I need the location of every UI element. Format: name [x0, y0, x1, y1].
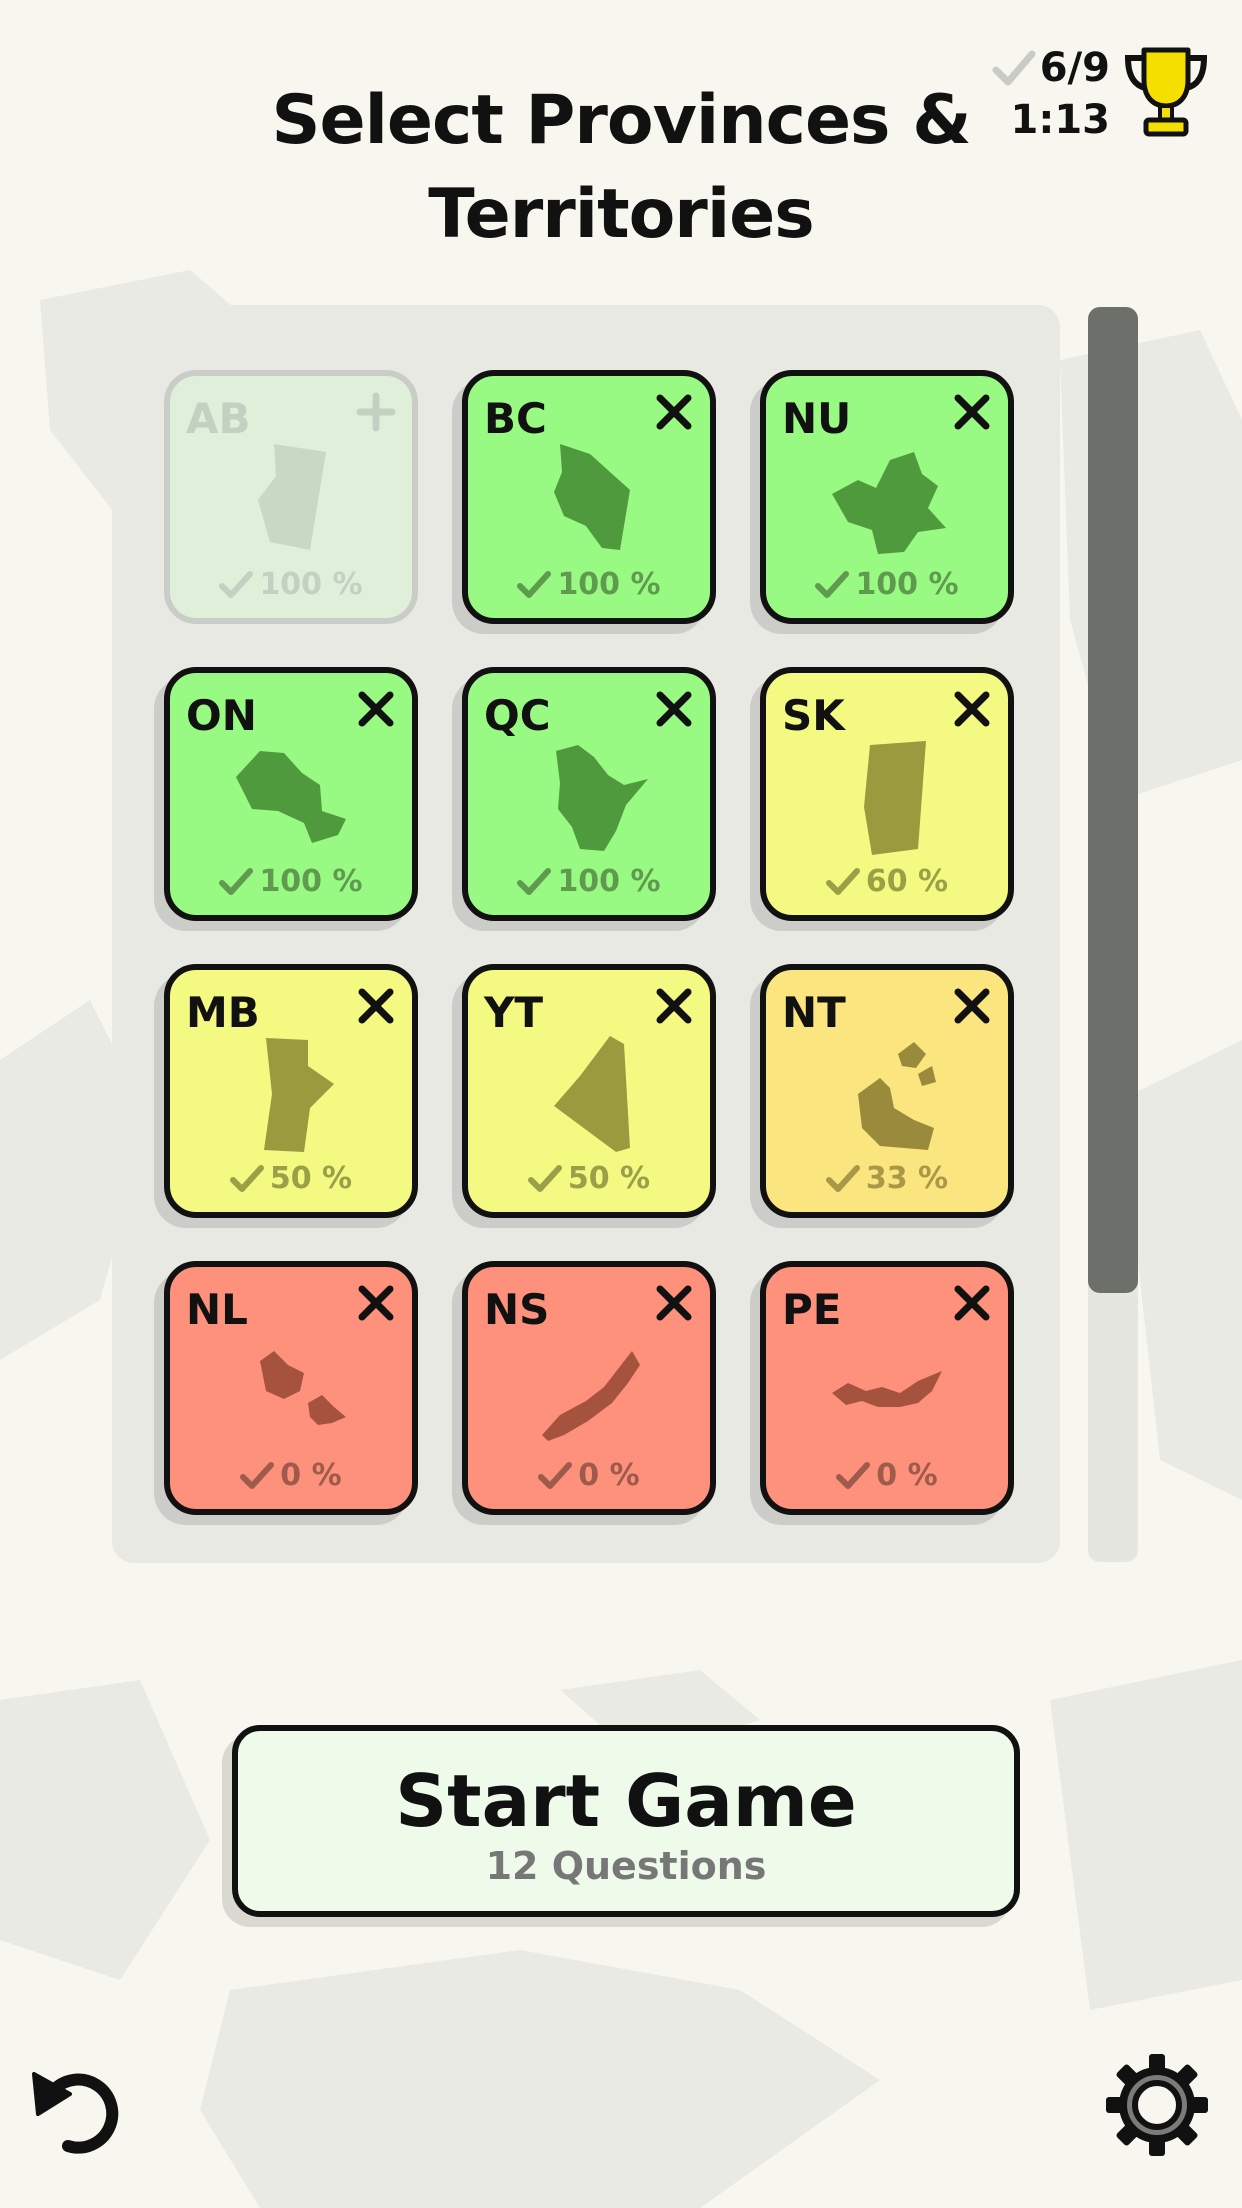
check-icon [527, 1165, 562, 1192]
yukon-shape-icon [554, 1036, 630, 1152]
close-icon[interactable] [654, 392, 694, 432]
percent-value: 100 % [259, 567, 363, 602]
page-title: Select Provinces & Territories [271, 81, 971, 254]
tile-ns[interactable]: NS 0 % [462, 1261, 716, 1515]
check-icon [825, 1165, 860, 1192]
tile-percent: 50 % [468, 1162, 710, 1196]
check-icon [517, 571, 552, 598]
close-icon[interactable] [654, 689, 694, 729]
tile-percent: 50 % [170, 1162, 412, 1196]
nunavut-shape-icon [832, 452, 946, 554]
tile-percent: 100 % [170, 865, 412, 899]
close-icon[interactable] [654, 986, 694, 1026]
percent-value: 33 % [865, 1161, 949, 1196]
scrollbar-thumb[interactable] [1088, 307, 1138, 1293]
tile-nu[interactable]: NU 100 % [760, 370, 1014, 624]
check-icon [815, 571, 850, 598]
start-game-button[interactable]: Start Game 12 Questions [232, 1725, 1020, 1917]
gear-icon[interactable] [1104, 2052, 1210, 2158]
tile-nt[interactable]: NT 33 % [760, 964, 1014, 1218]
tile-percent: 33 % [766, 1162, 1008, 1196]
tile-percent: 0 % [766, 1459, 1008, 1493]
question-count-label: 12 Questions [485, 1844, 767, 1888]
check-icon [229, 1165, 264, 1192]
check-icon [219, 571, 254, 598]
trophy-icon[interactable] [1122, 44, 1210, 140]
percent-value: 0 % [280, 1458, 342, 1493]
close-icon[interactable] [952, 392, 992, 432]
prince-edward-island-shape-icon [832, 1371, 942, 1407]
close-icon[interactable] [654, 1283, 694, 1323]
tile-bc[interactable]: BC 100 % [462, 370, 716, 624]
timer-line: 1:13 [992, 94, 1111, 146]
tile-nl[interactable]: NL 0 % [164, 1261, 418, 1515]
check-icon [992, 50, 1036, 86]
tile-qc[interactable]: QC 100 % [462, 667, 716, 921]
tile-on[interactable]: ON 100 % [164, 667, 418, 921]
tile-mb[interactable]: MB 50 % [164, 964, 418, 1218]
check-icon [219, 868, 254, 895]
percent-value: 50 % [567, 1161, 651, 1196]
alberta-shape-icon [258, 444, 326, 550]
newfoundland-shape-icon [260, 1351, 346, 1425]
nova-scotia-shape-icon [542, 1351, 640, 1441]
tile-percent: 100 % [468, 865, 710, 899]
percent-value: 0 % [876, 1458, 938, 1493]
close-icon[interactable] [356, 986, 396, 1026]
tile-percent: 0 % [468, 1459, 710, 1493]
northwest-territories-shape-icon [858, 1042, 936, 1150]
percent-value: 100 % [557, 567, 661, 602]
tile-pe[interactable]: PE 0 % [760, 1261, 1014, 1515]
tile-percent: 100 % [468, 568, 710, 602]
tile-percent: 60 % [766, 865, 1008, 899]
tile-percent: 0 % [170, 1459, 412, 1493]
close-icon[interactable] [356, 1283, 396, 1323]
stats: 6/9 1:13 [992, 42, 1110, 146]
timer-value: 1:13 [1010, 97, 1111, 143]
ontario-shape-icon [236, 751, 346, 843]
start-game-label: Start Game [395, 1759, 857, 1843]
percent-value: 100 % [259, 864, 363, 899]
percent-value: 100 % [557, 864, 661, 899]
percent-value: 100 % [855, 567, 959, 602]
percent-value: 60 % [865, 864, 949, 899]
close-icon[interactable] [952, 689, 992, 729]
close-icon[interactable] [952, 1283, 992, 1323]
tile-ab[interactable]: AB 100 % [164, 370, 418, 624]
saskatchewan-shape-icon [864, 741, 926, 855]
quebec-shape-icon [556, 745, 648, 851]
tile-sk[interactable]: SK 60 % [760, 667, 1014, 921]
add-icon[interactable] [356, 392, 396, 432]
check-icon [825, 868, 860, 895]
percent-value: 0 % [578, 1458, 640, 1493]
check-icon [836, 1462, 871, 1489]
check-icon [538, 1462, 573, 1489]
undo-icon[interactable] [30, 2058, 134, 2158]
score-line: 6/9 [992, 42, 1110, 94]
tile-yt[interactable]: YT 50 % [462, 964, 716, 1218]
close-icon[interactable] [952, 986, 992, 1026]
tile-percent: 100 % [170, 568, 412, 602]
manitoba-shape-icon [264, 1038, 334, 1152]
check-icon [240, 1462, 275, 1489]
percent-value: 50 % [269, 1161, 353, 1196]
score-value: 6/9 [1039, 45, 1110, 91]
british-columbia-shape-icon [554, 444, 630, 550]
check-icon [517, 868, 552, 895]
close-icon[interactable] [356, 689, 396, 729]
tile-percent: 100 % [766, 568, 1008, 602]
